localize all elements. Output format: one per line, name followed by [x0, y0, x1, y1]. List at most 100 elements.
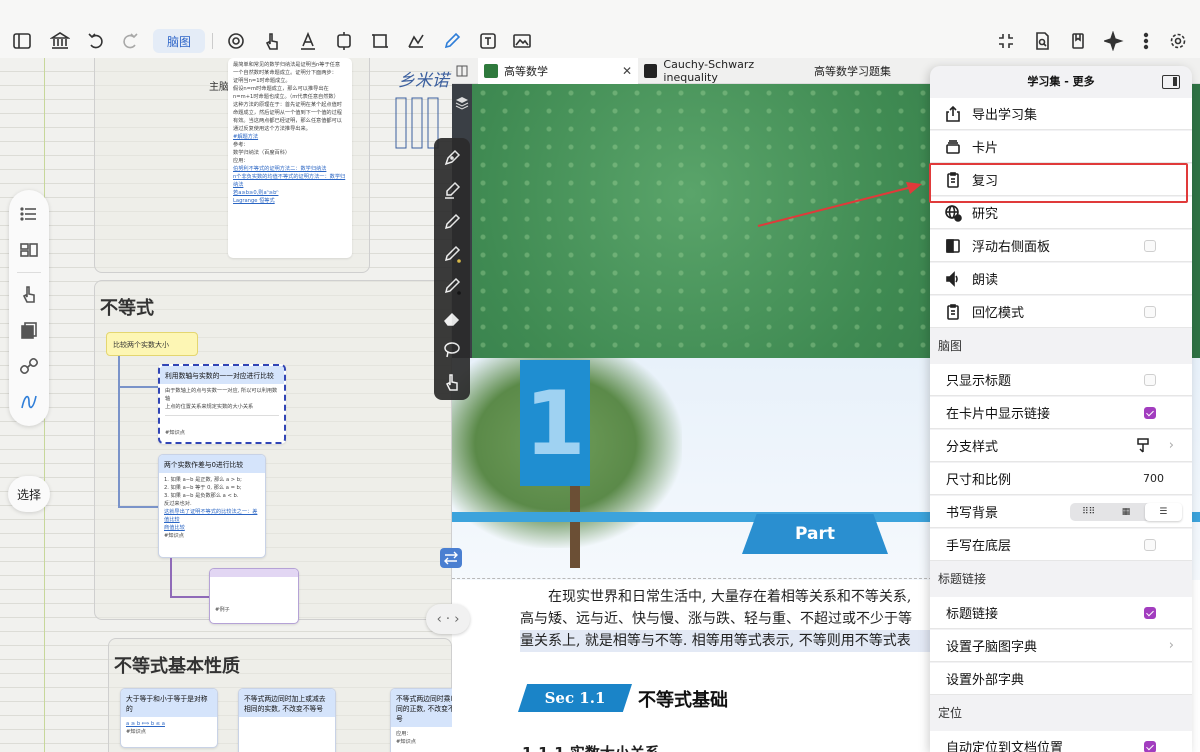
floating-panel-checkbox[interactable]	[1144, 239, 1156, 252]
more-vertical-icon[interactable]	[1134, 29, 1158, 53]
recall-mode-checkbox[interactable]	[1144, 305, 1156, 318]
menu-show-links-in-cards[interactable]: 在卡片中显示链接	[930, 397, 1192, 429]
hand-pointer-icon[interactable]	[260, 29, 284, 53]
tab-gaodeng-shuxue[interactable]: 高等数学 ✕	[478, 58, 638, 84]
card-link[interactable]: 伯努利不等式的证明方法二：数学归纳法	[233, 165, 347, 173]
layers-icon[interactable]	[455, 96, 469, 110]
handwriting-bottom-checkbox[interactable]	[1144, 538, 1156, 551]
card-tag[interactable]: #解题方法	[233, 133, 347, 141]
menu-title-link[interactable]: 标题链接	[930, 597, 1192, 629]
copy-icon[interactable]	[19, 320, 39, 340]
close-tab-icon[interactable]: ✕	[622, 64, 632, 78]
bookmark-icon[interactable]	[1066, 29, 1090, 53]
menu-cards[interactable]: 卡片	[930, 131, 1192, 163]
card-multiply[interactable]: 不等式两边同时乘以相同的正数, 不改变不等号 应用： #知识点	[390, 688, 452, 752]
frame-title-properties: 不等式基本性质	[114, 656, 240, 677]
eraser-icon[interactable]	[442, 308, 462, 328]
menu-floating-right-panel[interactable]: 浮动右侧面板	[930, 230, 1192, 262]
show-titles-checkbox[interactable]	[1144, 373, 1156, 386]
settings-icon[interactable]	[1166, 29, 1190, 53]
mode-mindmap-button[interactable]: 脑图	[153, 29, 205, 53]
card-symmetric[interactable]: 大于等于和小于等于是对称的 a ≥ b ⟺ b ≤ a #知识点	[120, 688, 218, 748]
tab-exercises[interactable]: 高等数学习题集	[808, 58, 948, 84]
show-links-checkbox[interactable]	[1144, 406, 1156, 419]
link-icon[interactable]	[19, 356, 39, 376]
grid-icon[interactable]: ▦	[1107, 503, 1144, 521]
menu-read-aloud[interactable]: 朗读	[930, 263, 1192, 295]
title-link-checkbox[interactable]	[1144, 606, 1156, 619]
split-view-icon[interactable]	[452, 58, 472, 84]
menu-size-scale[interactable]: 尺寸和比例 700	[930, 463, 1192, 495]
menu-external-dict[interactable]: 设置外部字典	[930, 663, 1192, 695]
pen-icon[interactable]	[440, 29, 464, 53]
card-label: 参考：	[233, 142, 249, 148]
hand-icon[interactable]	[19, 284, 39, 304]
redo-icon[interactable]	[118, 29, 142, 53]
card-add-subtract[interactable]: 不等式两边同时加上或减去相同的实数, 不改变不等号	[238, 688, 336, 752]
card-link[interactable]: 商值比较	[164, 524, 260, 532]
section-title: 不等式基础	[638, 690, 728, 711]
select-button[interactable]: 选择	[8, 476, 50, 512]
collapse-icon[interactable]	[994, 29, 1018, 53]
sparkle-icon[interactable]	[1102, 29, 1126, 53]
pane-resize-handle[interactable]: ‹ · ›	[426, 604, 470, 634]
card-link[interactable]: n个非负实数的均值不等式的证明方法一：数学归纳法	[233, 173, 347, 189]
text-format-icon[interactable]	[296, 29, 320, 53]
layout-icon[interactable]	[19, 240, 39, 260]
tab-cauchy-schwarz[interactable]: Cauchy-Schwarz inequality	[638, 58, 806, 84]
card-link[interactable]: 若a≥b≥0,则aⁿ≥bⁿ	[233, 189, 347, 197]
left-tool-palette	[9, 190, 49, 426]
card-tag: #知识点	[126, 729, 146, 735]
app-window: 脑图 主脑图 乡米诺 最简单和常见的数学归纳法是证明当n等于任意 一个自然数时某命…	[0, 0, 1200, 752]
highlighter-icon[interactable]	[442, 180, 462, 200]
card-difference[interactable]: 两个实数作差与0进行比较 1. 如果 a−b 是正数, 那么 a > b; 2.…	[158, 454, 266, 558]
mindmap-canvas[interactable]: 主脑图 乡米诺 最简单和常见的数学归纳法是证明当n等于任意 一个自然数时某命题成立…	[0, 58, 452, 752]
menu-branch-style[interactable]: 分支样式 ›	[930, 430, 1192, 462]
fountain-pen-icon[interactable]	[442, 148, 462, 168]
undo-icon[interactable]	[84, 29, 108, 53]
menu-handwriting-bottom[interactable]: 手写在底层	[930, 529, 1192, 561]
card-line: a ≥ b ⟺ b ≤ a	[126, 721, 165, 727]
shape-icon[interactable]	[404, 29, 428, 53]
pen-yellow-icon[interactable]	[442, 244, 462, 264]
card-link[interactable]: 这就导出了证明不等式的比较法之一：差值比较	[164, 508, 260, 524]
pen-toolbar	[434, 138, 470, 400]
annotation-highlight-box	[929, 163, 1188, 203]
menu-label: 研究	[972, 207, 999, 222]
pen-black-icon[interactable]	[442, 276, 462, 296]
outline-list-icon[interactable]	[19, 204, 39, 224]
card-example[interactable]: #例子	[209, 568, 299, 624]
dots-grid-icon[interactable]: ⠿⠿	[1070, 503, 1107, 521]
frame-icon[interactable]	[368, 29, 392, 53]
lasso-select-icon[interactable]	[442, 340, 462, 360]
card-line: 命题成立，然后证明从一个值到下一个值的过程	[233, 110, 342, 116]
menu-show-titles-only[interactable]: 只显示标题	[930, 364, 1192, 396]
lines-icon[interactable]: ☰	[1144, 502, 1182, 521]
touch-hand-icon[interactable]	[442, 372, 462, 392]
link-circle-icon[interactable]	[224, 29, 248, 53]
menu-export-study-set[interactable]: 导出学习集	[930, 98, 1192, 130]
card-induction[interactable]: 最简单和常见的数学归纳法是证明当n等于任意 一个自然数时某命题成立。证明分下面两步…	[228, 58, 352, 258]
swap-pane-button[interactable]	[440, 548, 462, 568]
menu-label: 书写背景	[946, 506, 999, 521]
menu-sub-mindmap-dict[interactable]: 设置子脑图字典 ›	[930, 630, 1192, 662]
textbox-icon[interactable]	[476, 29, 500, 53]
node-compare-reals[interactable]: 比较两个实数大小	[106, 332, 198, 356]
menu-recall-mode[interactable]: 回忆模式	[930, 296, 1192, 328]
search-doc-icon[interactable]	[1030, 29, 1054, 53]
pencil-icon[interactable]	[442, 212, 462, 232]
sidebar-toggle-icon[interactable]	[1162, 75, 1180, 89]
writing-background-segmented[interactable]: ⠿⠿ ▦ ☰	[1070, 502, 1182, 521]
menu-writing-background[interactable]: 书写背景 ⠿⠿ ▦ ☰	[930, 496, 1192, 528]
menu-label: 尺寸和比例	[946, 473, 1012, 488]
lasso-icon[interactable]	[332, 29, 356, 53]
size-scale-value[interactable]: 700	[1143, 472, 1164, 485]
library-icon[interactable]	[48, 29, 72, 53]
sidebar-icon[interactable]	[10, 29, 34, 53]
auto-locate-checkbox[interactable]	[1144, 740, 1156, 752]
card-link[interactable]: Lagrange 恒等式	[233, 197, 347, 205]
image-icon[interactable]	[510, 29, 534, 53]
menu-auto-locate[interactable]: 自动定位到文档位置	[930, 731, 1192, 752]
connector-curve-icon[interactable]	[19, 392, 39, 412]
card-number-line[interactable]: 利用数轴与实数的一一对应进行比较 由于数轴上的点与实数一一对应, 所以可以利用数…	[158, 364, 286, 444]
